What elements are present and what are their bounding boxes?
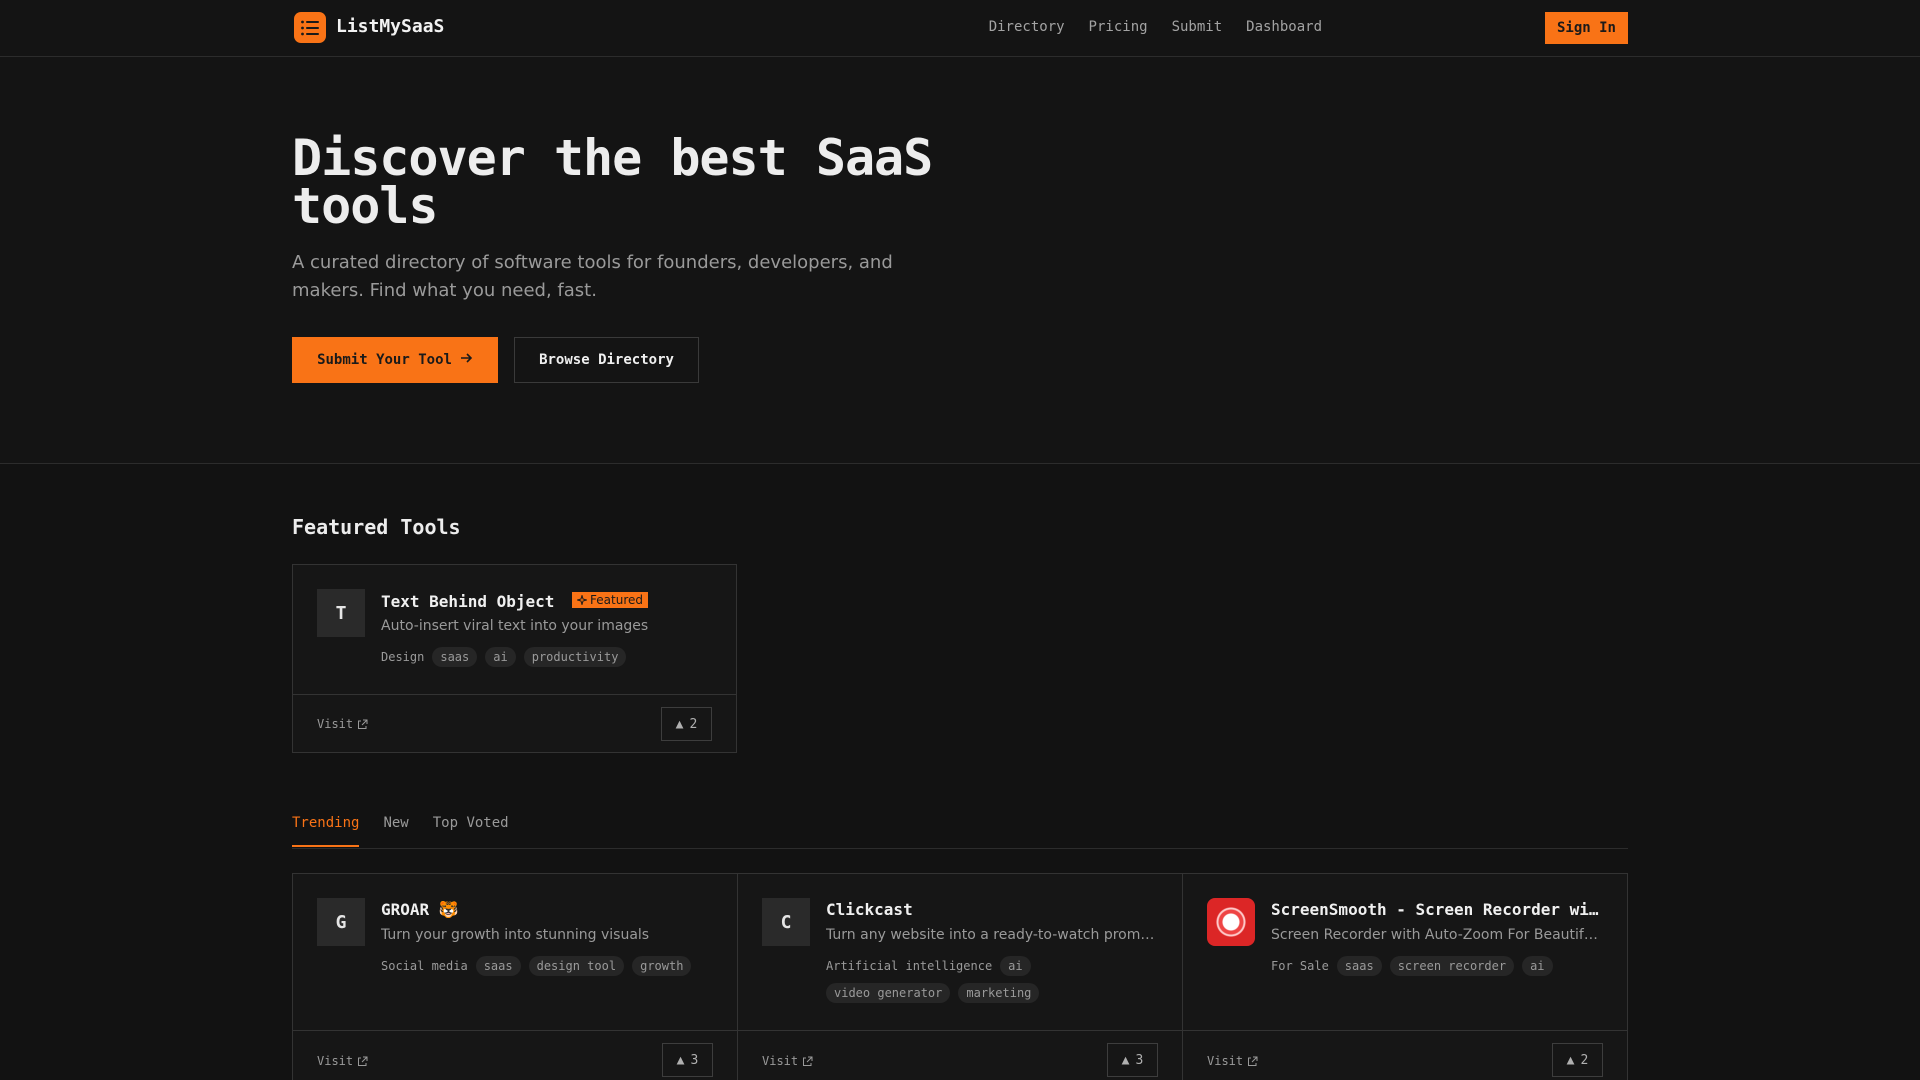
card-footer: Visit ▲ 3: [293, 1030, 737, 1080]
vote-count: 3: [690, 1052, 699, 1068]
tag[interactable]: ai: [485, 647, 516, 667]
visit-link[interactable]: Visit: [762, 1054, 813, 1068]
visit-link[interactable]: Visit: [1207, 1054, 1258, 1068]
visit-link[interactable]: Visit: [317, 1054, 368, 1068]
tool-card-clickcast[interactable]: C Clickcast Turn any website into a read…: [737, 873, 1183, 1080]
tool-name[interactable]: Text Behind Object: [381, 592, 554, 611]
tool-description: Turn any website into a ready-to-watch p…: [826, 927, 1156, 943]
browse-directory-button[interactable]: Browse Directory: [514, 337, 699, 383]
external-link-icon: [358, 719, 368, 729]
tag[interactable]: ai: [1522, 956, 1553, 976]
tool-tags: For Sale saas screen recorder ai: [1271, 956, 1611, 976]
vote-count: 2: [1580, 1052, 1589, 1068]
card-footer: Visit ▲ 2: [1183, 1030, 1627, 1080]
visit-label: Visit: [762, 1054, 799, 1068]
listing-tabs: Trending New Top Voted: [292, 815, 509, 847]
external-link-icon: [358, 1056, 368, 1066]
tool-description: Auto-insert viral text into your images: [381, 618, 649, 634]
tool-avatar: C: [762, 898, 810, 946]
upvote-button[interactable]: ▲ 3: [662, 1043, 713, 1077]
tag[interactable]: ai: [1000, 956, 1031, 976]
record-icon: [1207, 898, 1255, 946]
card-footer: Visit ▲ 2: [293, 694, 736, 753]
tool-category[interactable]: Design: [381, 650, 424, 664]
tool-name[interactable]: Clickcast: [826, 900, 1156, 919]
nav-links: Directory Pricing Submit Dashboard: [965, 19, 1322, 35]
triangle-up-icon: ▲: [1121, 1052, 1130, 1068]
tag[interactable]: saas: [432, 647, 478, 667]
arrow-right-icon: [460, 352, 473, 368]
submit-tool-label: Submit Your Tool: [317, 352, 452, 368]
list-icon[interactable]: [294, 12, 326, 43]
featured-badge: Featured: [572, 592, 648, 608]
tool-name[interactable]: GROAR 🐯: [381, 900, 711, 919]
tag[interactable]: marketing: [958, 983, 1040, 1003]
tool-name-row: Text Behind Object Featured: [381, 592, 648, 611]
tag[interactable]: design tool: [528, 956, 625, 976]
tool-tags: Design saas ai productivity: [381, 647, 721, 667]
tool-name[interactable]: ScreenSmooth - Screen Recorder wi...: [1271, 900, 1605, 919]
tag[interactable]: productivity: [523, 647, 627, 667]
nav-link-pricing[interactable]: Pricing: [1089, 19, 1148, 35]
upvote-button[interactable]: ▲ 3: [1107, 1043, 1158, 1077]
triangle-up-icon: ▲: [676, 1052, 685, 1068]
tool-card-screensmooth[interactable]: ScreenSmooth - Screen Recorder wi... Scr…: [1182, 873, 1628, 1080]
sign-in-button[interactable]: Sign In: [1545, 12, 1628, 44]
nav-link-dashboard[interactable]: Dashboard: [1246, 19, 1322, 35]
tool-tags: Social media saas design tool growth: [381, 956, 721, 976]
upvote-button[interactable]: ▲ 2: [1552, 1043, 1603, 1077]
card-footer: Visit ▲ 3: [738, 1030, 1182, 1080]
tag[interactable]: saas: [1336, 956, 1382, 976]
tool-tags: Artificial intelligence ai video generat…: [826, 956, 1156, 1003]
vote-count: 2: [689, 716, 698, 732]
tab-new[interactable]: New: [383, 815, 408, 847]
submit-tool-button[interactable]: Submit Your Tool: [292, 337, 498, 383]
top-nav: ListMySaaS Directory Pricing Submit Dash…: [0, 0, 1920, 57]
tab-trending[interactable]: Trending: [292, 815, 360, 847]
external-link-icon: [1248, 1056, 1258, 1066]
featured-card[interactable]: T Text Behind Object Featured Auto-inser…: [292, 564, 737, 753]
tool-avatar: T: [317, 589, 365, 637]
tool-avatar: G: [317, 898, 365, 946]
tool-category[interactable]: For Sale: [1271, 959, 1329, 973]
tag[interactable]: saas: [475, 956, 521, 976]
visit-label: Visit: [317, 717, 354, 731]
sparkle-icon: [577, 595, 588, 605]
hero-subtitle: A curated directory of software tools fo…: [292, 252, 893, 301]
tool-description: Turn your growth into stunning visuals: [381, 927, 650, 943]
list-icon-glyph: [301, 20, 319, 35]
tag[interactable]: growth: [632, 956, 692, 976]
tag[interactable]: screen recorder: [1389, 956, 1515, 976]
tool-description: Screen Recorder with Auto-Zoom For Beaut…: [1271, 927, 1601, 943]
tab-top-voted[interactable]: Top Voted: [433, 815, 509, 847]
visit-label: Visit: [317, 1054, 354, 1068]
tag[interactable]: video generator: [826, 983, 951, 1003]
tool-card-groar[interactable]: G GROAR 🐯 Turn your growth into stunning…: [292, 873, 738, 1080]
tool-category[interactable]: Social media: [381, 959, 468, 973]
nav-link-submit[interactable]: Submit: [1172, 19, 1223, 35]
triangle-up-icon: ▲: [675, 716, 684, 732]
tabs-underline: [292, 848, 1628, 849]
triangle-up-icon: ▲: [1566, 1052, 1575, 1068]
visit-link[interactable]: Visit: [317, 717, 368, 731]
upvote-button[interactable]: ▲ 2: [661, 707, 712, 741]
tool-category[interactable]: Artificial intelligence: [826, 959, 992, 973]
visit-label: Visit: [1207, 1054, 1244, 1068]
brand-name[interactable]: ListMySaaS: [336, 16, 444, 37]
vote-count: 3: [1135, 1052, 1144, 1068]
featured-badge-label: Featured: [590, 593, 643, 607]
hero-title: Discover the best SaaS tools: [292, 129, 933, 235]
nav-link-directory[interactable]: Directory: [989, 19, 1065, 35]
featured-title: Featured Tools: [292, 515, 461, 539]
external-link-icon: [803, 1056, 813, 1066]
